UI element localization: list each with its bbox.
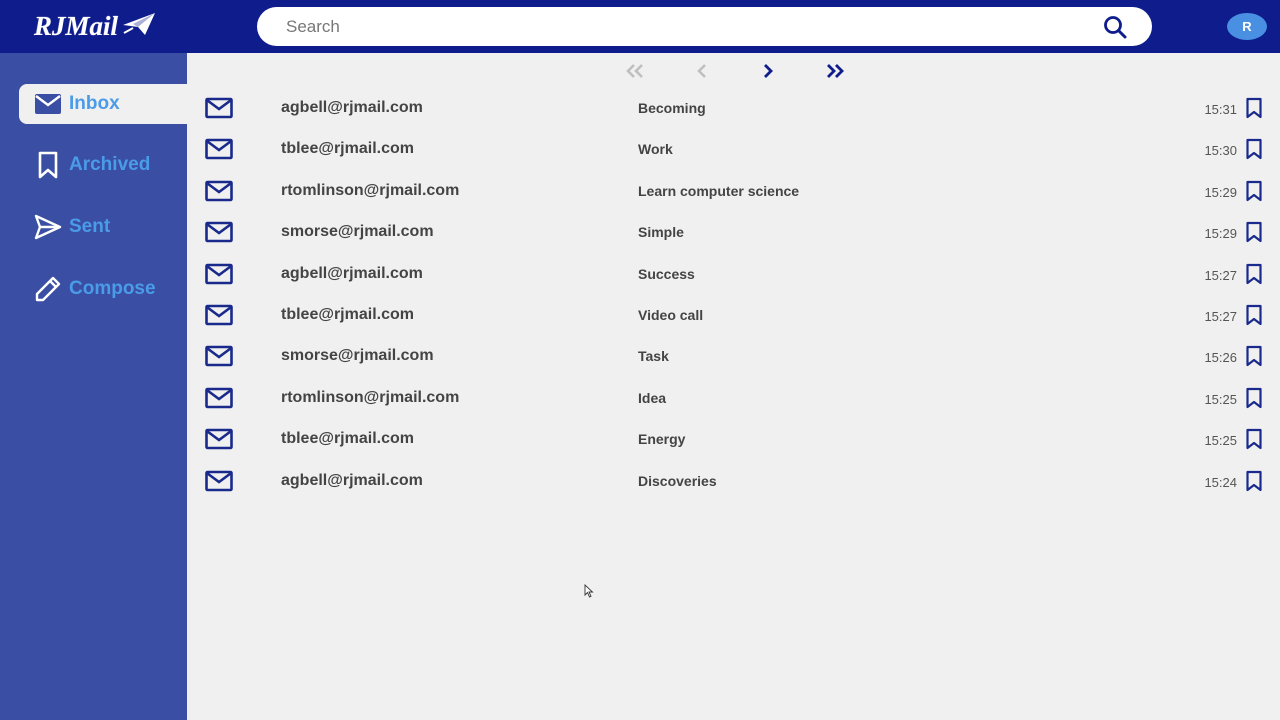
email-sender: tblee@rjmail.com bbox=[281, 140, 414, 158]
email-row[interactable]: tblee@rjmail.com Work 15:30 bbox=[187, 129, 1280, 170]
email-sender: agbell@rjmail.com bbox=[281, 99, 423, 116]
email-row[interactable]: smorse@rjmail.com Simple 15:29 bbox=[187, 212, 1280, 253]
bookmark-icon bbox=[33, 150, 63, 180]
bookmark-icon[interactable] bbox=[1245, 428, 1263, 450]
bookmark-icon[interactable] bbox=[1245, 387, 1263, 409]
sidebar-item-label: Sent bbox=[69, 216, 111, 237]
email-subject: Video call bbox=[638, 306, 704, 323]
send-icon bbox=[33, 212, 63, 242]
envelope-icon bbox=[205, 139, 233, 160]
email-row[interactable]: rtomlinson@rjmail.com Idea 15:25 bbox=[187, 378, 1280, 419]
next-page-button[interactable] bbox=[758, 60, 778, 82]
sidebar-item-label: Archived bbox=[69, 154, 151, 175]
pencil-icon bbox=[33, 274, 63, 304]
email-row[interactable]: agbell@rjmail.com Discoveries 15:24 bbox=[187, 461, 1280, 502]
envelope-icon bbox=[205, 387, 233, 409]
email-sender: rtomlinson@rjmail.com bbox=[281, 388, 460, 406]
email-subject: Discoveries bbox=[638, 472, 717, 489]
envelope-icon bbox=[205, 263, 233, 284]
email-row[interactable]: agbell@rjmail.com Success 15:27 bbox=[187, 254, 1280, 295]
email-time: 15:25 bbox=[1204, 391, 1237, 407]
prev-page-icon bbox=[697, 64, 706, 78]
email-subject: Idea bbox=[638, 389, 667, 406]
email-time: 15:29 bbox=[1204, 184, 1237, 200]
email-row[interactable]: tblee@rjmail.com Energy 15:25 bbox=[187, 419, 1280, 460]
email-subject: Success bbox=[638, 265, 695, 282]
email-subject: Task bbox=[638, 348, 669, 365]
app-logo[interactable]: RJMail bbox=[34, 9, 157, 43]
paper-plane-icon bbox=[123, 13, 156, 35]
envelope-icon bbox=[33, 89, 63, 119]
search-input[interactable] bbox=[286, 11, 1066, 42]
sidebar-item-label: Inbox bbox=[69, 93, 120, 114]
email-time: 15:27 bbox=[1204, 308, 1237, 324]
email-sender: tblee@rjmail.com bbox=[281, 305, 414, 323]
email-row[interactable]: smorse@rjmail.com Task 15:26 bbox=[187, 336, 1280, 377]
bookmark-icon[interactable] bbox=[1245, 304, 1263, 326]
bookmark-icon[interactable] bbox=[1245, 345, 1263, 367]
sidebar-item-label: Compose bbox=[69, 278, 156, 299]
email-subject: Becoming bbox=[638, 100, 706, 116]
last-page-icon bbox=[827, 64, 844, 78]
bookmark-icon[interactable] bbox=[1245, 180, 1263, 202]
bookmark-icon[interactable] bbox=[1245, 470, 1263, 492]
email-sender: smorse@rjmail.com bbox=[281, 223, 434, 241]
bookmark-icon[interactable] bbox=[1245, 138, 1263, 160]
search-bar bbox=[257, 7, 1152, 46]
first-page-icon bbox=[626, 64, 643, 78]
sidebar-item-archived[interactable]: Archived bbox=[19, 145, 187, 185]
email-subject: Learn computer science bbox=[638, 182, 800, 199]
email-time: 15:29 bbox=[1204, 226, 1237, 242]
sidebar: Inbox Archived Sent Compose bbox=[0, 53, 187, 720]
bookmark-icon[interactable] bbox=[1245, 97, 1263, 119]
email-time: 15:30 bbox=[1204, 143, 1237, 159]
email-time: 15:26 bbox=[1204, 350, 1237, 366]
email-sender: rtomlinson@rjmail.com bbox=[281, 181, 460, 199]
sidebar-item-inbox[interactable]: Inbox bbox=[19, 84, 187, 124]
email-subject: Work bbox=[638, 141, 673, 158]
envelope-icon bbox=[205, 221, 233, 243]
search-icon[interactable] bbox=[1102, 14, 1128, 40]
next-page-icon bbox=[764, 64, 773, 78]
email-row[interactable]: rtomlinson@rjmail.com Learn computer scie… bbox=[187, 171, 1280, 212]
mouse-cursor-icon bbox=[584, 584, 594, 598]
user-avatar[interactable]: R bbox=[1227, 13, 1267, 40]
bookmark-icon[interactable] bbox=[1245, 263, 1263, 285]
email-sender: agbell@rjmail.com bbox=[281, 264, 423, 282]
envelope-icon bbox=[205, 304, 233, 326]
envelope-icon bbox=[205, 470, 233, 491]
email-row[interactable]: tblee@rjmail.com Video call 15:27 bbox=[187, 295, 1280, 336]
logo-text: RJMail bbox=[34, 10, 119, 41]
email-list: agbell@rjmail.com Becoming 15:31 tblee@rjma… bbox=[187, 88, 1280, 502]
envelope-icon bbox=[205, 346, 233, 367]
email-subject: Simple bbox=[638, 224, 684, 241]
email-time: 15:25 bbox=[1204, 433, 1237, 449]
envelope-icon bbox=[205, 428, 233, 450]
bookmark-icon[interactable] bbox=[1245, 221, 1263, 243]
email-time: 15:31 bbox=[1204, 102, 1237, 117]
email-sender: smorse@rjmail.com bbox=[281, 347, 434, 365]
email-sender: tblee@rjmail.com bbox=[281, 430, 414, 448]
top-bar: RJMail R bbox=[0, 0, 1280, 53]
email-time: 15:27 bbox=[1204, 267, 1237, 283]
email-row[interactable]: agbell@rjmail.com Becoming 15:31 bbox=[187, 88, 1280, 129]
prev-page-button[interactable] bbox=[692, 60, 712, 82]
email-sender: agbell@rjmail.com bbox=[281, 471, 423, 489]
first-page-button[interactable] bbox=[625, 60, 645, 82]
email-subject: Energy bbox=[638, 431, 686, 448]
envelope-icon bbox=[205, 180, 233, 202]
sidebar-item-sent[interactable]: Sent bbox=[19, 207, 187, 247]
email-time: 15:24 bbox=[1204, 474, 1237, 490]
envelope-icon bbox=[205, 97, 233, 119]
last-page-button[interactable] bbox=[825, 60, 845, 82]
sidebar-item-compose[interactable]: Compose bbox=[19, 269, 187, 309]
